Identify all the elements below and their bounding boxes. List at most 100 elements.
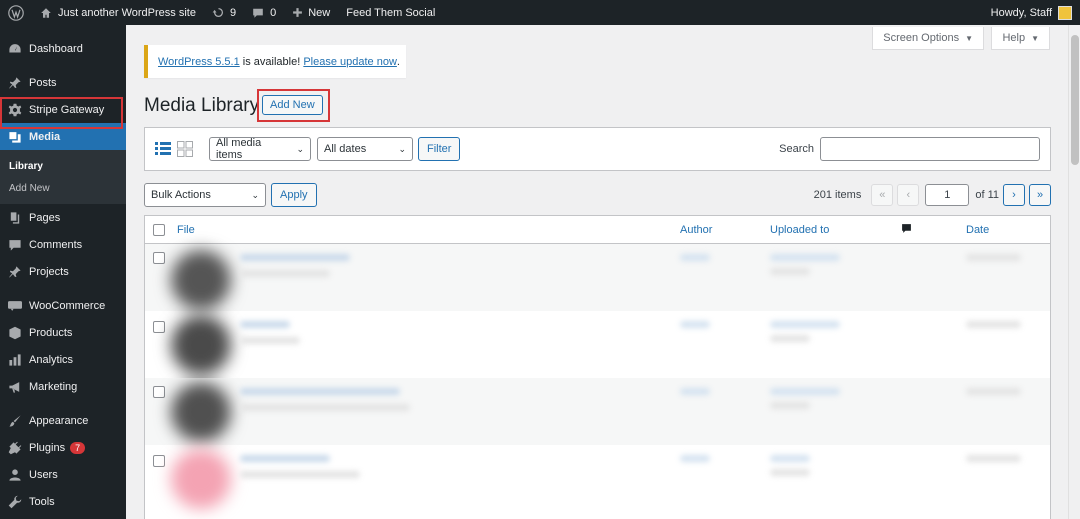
date-select[interactable]: All dates ⌄: [317, 137, 413, 161]
table-row[interactable]: [145, 244, 1050, 311]
media-thumbnail[interactable]: [171, 382, 231, 442]
table-row[interactable]: [145, 378, 1050, 445]
sidebar-item-stripe-gateway[interactable]: Stripe Gateway: [0, 96, 126, 123]
media-thumbnail[interactable]: [171, 250, 231, 310]
column-uploaded-to[interactable]: Uploaded to: [770, 224, 829, 236]
row-checkbox[interactable]: [153, 321, 165, 333]
sidebar-item-label: Marketing: [29, 380, 78, 393]
comments-count: 0: [270, 6, 277, 19]
sidebar-item-users[interactable]: Users: [0, 461, 126, 488]
grid-view-icon[interactable]: [177, 141, 193, 157]
comment-icon: [8, 238, 22, 252]
blurred-uploaded-2: [770, 469, 810, 476]
blurred-filename: [240, 404, 410, 411]
submenu-label: Add New: [9, 182, 50, 194]
sidebar-item-analytics[interactable]: Analytics: [0, 346, 126, 373]
last-page-button[interactable]: »: [1029, 184, 1051, 206]
media-thumbnail[interactable]: [171, 449, 231, 509]
feed-them-social-link[interactable]: Feed Them Social: [338, 0, 443, 25]
search-input[interactable]: [820, 137, 1040, 161]
user-icon: [8, 468, 22, 482]
media-table: File Author Uploaded to Date: [144, 215, 1051, 519]
table-row[interactable]: [145, 311, 1050, 378]
blurred-title: [240, 388, 400, 395]
main-content: Screen Options ▼ Help ▼ WordPress 5.5.1 …: [126, 25, 1080, 519]
page-scrollbar[interactable]: [1068, 25, 1080, 519]
my-account-link[interactable]: Howdy, Staff: [983, 0, 1080, 25]
blurred-date: [966, 388, 1021, 395]
sidebar-item-label: Users: [29, 468, 58, 481]
prev-page-button: ‹: [897, 184, 920, 206]
plugins-update-badge: 7: [70, 441, 86, 454]
sidebar-item-label: Products: [29, 326, 73, 339]
row-checkbox[interactable]: [153, 455, 165, 467]
column-author[interactable]: Author: [680, 224, 712, 236]
updates-count: 9: [229, 6, 237, 19]
sidebar-item-pages[interactable]: Pages: [0, 204, 126, 231]
update-notice: WordPress 5.5.1 is available! Please upd…: [144, 45, 406, 78]
blurred-filename: [240, 337, 300, 344]
blurred-uploaded: [770, 388, 840, 395]
list-view-icon[interactable]: [155, 141, 171, 157]
notice-end: .: [396, 55, 400, 68]
blurred-date: [966, 254, 1021, 261]
apply-button[interactable]: Apply: [271, 183, 317, 207]
sidebar-item-label: WooCommerce: [29, 299, 106, 312]
comment-column-icon[interactable]: [901, 223, 912, 237]
sidebar-item-marketing[interactable]: Marketing: [0, 373, 126, 400]
blurred-date: [966, 321, 1021, 328]
sidebar-item-comments[interactable]: Comments: [0, 231, 126, 258]
total-pages: of 11: [975, 189, 999, 201]
sidebar-item-plugins[interactable]: Plugins 7: [0, 434, 126, 461]
avatar: [1058, 5, 1072, 20]
sidebar-item-media[interactable]: Media: [0, 123, 126, 150]
blurred-author: [680, 321, 710, 328]
wordpress-version-link[interactable]: WordPress 5.5.1: [158, 56, 240, 68]
column-date[interactable]: Date: [966, 224, 989, 236]
bulk-actions-select[interactable]: Bulk Actions ⌄: [144, 183, 266, 207]
next-page-button[interactable]: ›: [1003, 184, 1025, 206]
sidebar-item-label: Pages: [29, 211, 61, 224]
chevron-down-icon: ⌄: [296, 143, 304, 154]
site-name-link[interactable]: Just another WordPress site: [32, 0, 204, 25]
filter-button[interactable]: Filter: [418, 137, 461, 161]
pages-icon: [8, 211, 22, 225]
media-thumbnail[interactable]: [171, 315, 231, 375]
sidebar-item-appearance[interactable]: Appearance: [0, 407, 126, 434]
column-file[interactable]: File: [177, 224, 195, 236]
add-new-button[interactable]: Add New: [262, 95, 323, 115]
sidebar-item-tools[interactable]: Tools: [0, 488, 126, 515]
dashboard-icon: [8, 42, 22, 56]
sidebar-item-posts[interactable]: Posts: [0, 69, 126, 96]
sidebar-item-woocommerce[interactable]: WooCommerce: [0, 292, 126, 319]
sidebar-item-dashboard[interactable]: Dashboard: [0, 35, 126, 62]
sidebar-item-label: Stripe Gateway: [29, 103, 105, 116]
updates-link[interactable]: 9: [204, 0, 244, 25]
row-checkbox[interactable]: [153, 386, 165, 398]
blurred-filename: [240, 270, 330, 277]
admin-bar: Just another WordPress site 9 0 New Feed…: [0, 0, 1080, 25]
help-button[interactable]: Help ▼: [991, 27, 1050, 50]
feed-them-social-label: Feed Them Social: [346, 6, 436, 19]
media-type-select[interactable]: All media items ⌄: [209, 137, 311, 161]
update-now-link[interactable]: Please update now: [303, 56, 397, 68]
sidebar-item-projects[interactable]: Projects: [0, 258, 126, 285]
admin-sidebar: Dashboard Posts Stripe Gateway Media Lib…: [0, 25, 126, 519]
bar-chart-icon: [8, 353, 22, 367]
select-all-checkbox[interactable]: [153, 224, 165, 236]
comment-icon: [253, 8, 263, 18]
blurred-uploaded-2: [770, 268, 810, 275]
comments-link[interactable]: 0: [244, 0, 284, 25]
submenu-library[interactable]: Library: [0, 155, 126, 177]
screen-options-button[interactable]: Screen Options ▼: [872, 27, 984, 50]
submenu-add-new[interactable]: Add New: [0, 177, 126, 199]
new-content-link[interactable]: New: [284, 0, 338, 25]
submenu-label: Library: [9, 160, 43, 172]
box-icon: [8, 326, 22, 340]
current-page-input[interactable]: 1: [925, 184, 970, 206]
sidebar-item-products[interactable]: Products: [0, 319, 126, 346]
wordpress-logo-icon[interactable]: [0, 0, 32, 25]
scrollbar-thumb[interactable]: [1071, 35, 1079, 165]
table-row[interactable]: [145, 445, 1050, 512]
row-checkbox[interactable]: [153, 252, 165, 264]
